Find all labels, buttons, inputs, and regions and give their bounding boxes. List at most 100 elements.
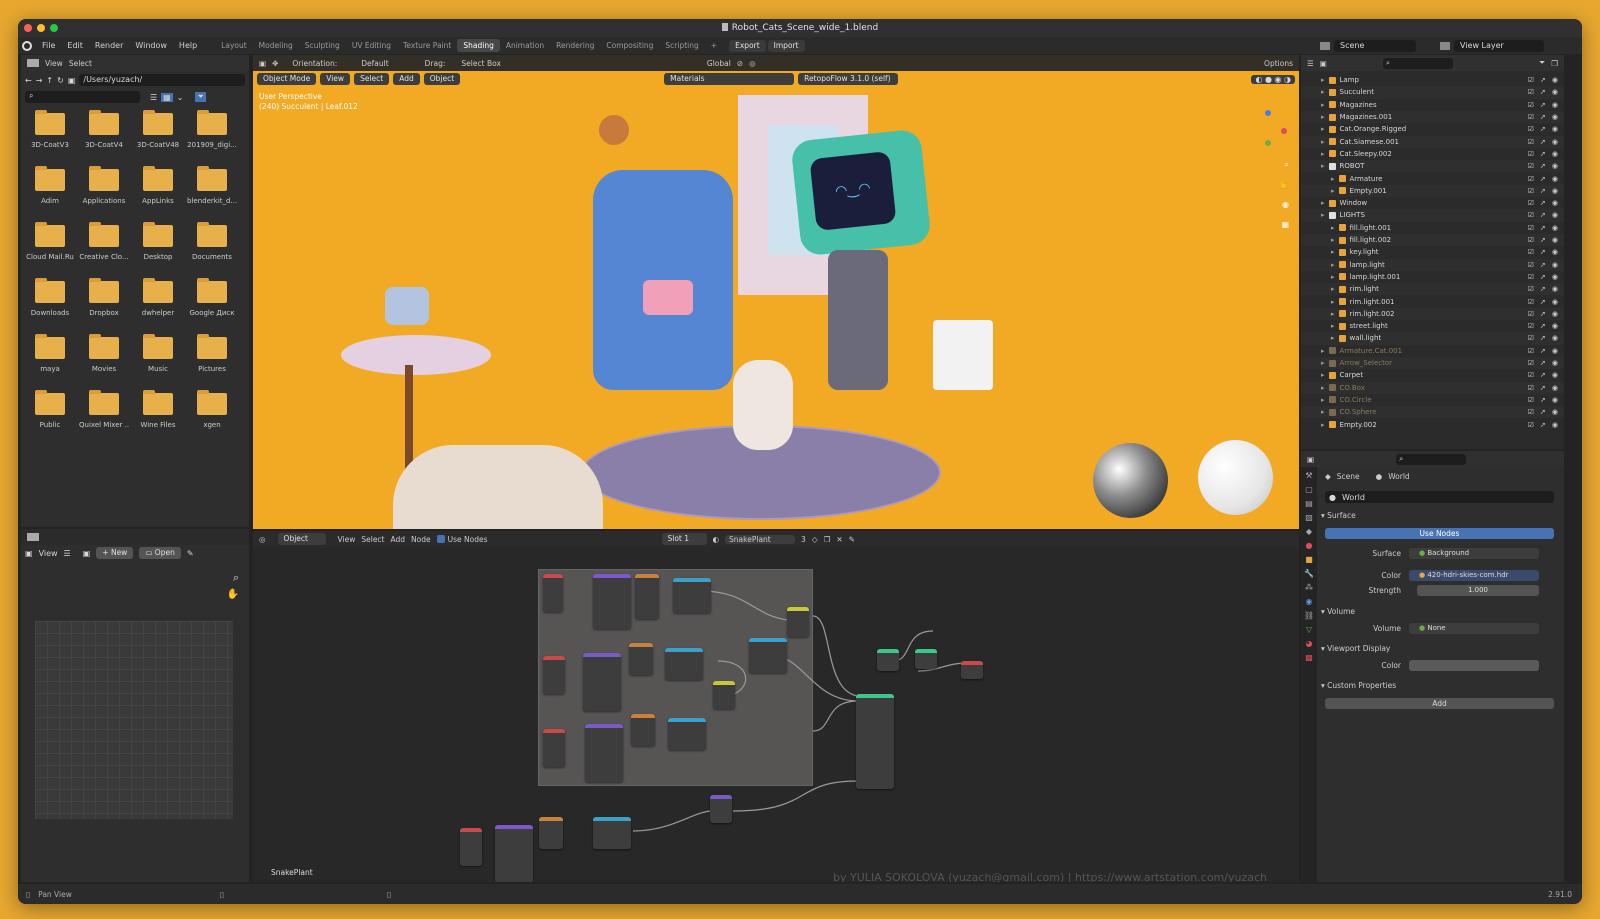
shader-node[interactable] (668, 718, 706, 750)
outliner-row[interactable]: ▸ lamp.light ☑ ➚ ◉ (1301, 258, 1564, 271)
path-field[interactable]: /Users/yuzach/ (79, 74, 245, 86)
visibility-eye-icon[interactable]: ◉ (1552, 384, 1558, 392)
volume-panel-header[interactable]: ▾ Volume (1317, 607, 1564, 616)
shader-node[interactable] (961, 661, 983, 679)
hamburger-icon[interactable]: ☰ (64, 549, 71, 558)
expand-arrow-icon[interactable]: ▸ (1331, 175, 1335, 183)
add-workspace-button[interactable]: + (705, 39, 723, 52)
menu-file[interactable]: File (36, 41, 61, 50)
expand-arrow-icon[interactable]: ▸ (1321, 101, 1325, 109)
tab-sculpting[interactable]: Sculpting (299, 39, 346, 52)
shader-node[interactable] (585, 724, 623, 782)
object-mode-dropdown[interactable]: Object Mode (257, 73, 317, 85)
selectable-icon[interactable]: ➚ (1540, 101, 1546, 109)
outliner-row[interactable]: ▸ Magazines ☑ ➚ ◉ (1301, 99, 1564, 111)
image-view-icon[interactable]: ▣ (25, 549, 33, 558)
outliner-row[interactable]: ▸ CO.Circle ☑ ➚ ◉ (1301, 394, 1564, 406)
exclude-checkbox-icon[interactable]: ☑ (1528, 236, 1534, 244)
visibility-eye-icon[interactable]: ◉ (1552, 396, 1558, 404)
view-layer-field[interactable]: View Layer (1454, 39, 1544, 52)
outliner-row[interactable]: ▸ rim.light.001 ☑ ➚ ◉ (1301, 295, 1564, 307)
selectable-icon[interactable]: ➚ (1540, 347, 1546, 355)
expand-arrow-icon[interactable]: ▸ (1321, 76, 1325, 84)
tab-modeling[interactable]: Modeling (253, 39, 299, 52)
folder-item[interactable]: maya (25, 334, 75, 373)
expand-arrow-icon[interactable]: ▸ (1331, 187, 1335, 195)
outliner-row[interactable]: ▸ lamp.light.001 ☑ ➚ ◉ (1301, 271, 1564, 283)
exclude-checkbox-icon[interactable]: ☑ (1528, 384, 1534, 392)
outliner-row[interactable]: ▸ CO.Sphere ☑ ➚ ◉ (1301, 406, 1564, 419)
add-property-button[interactable]: Add (1325, 698, 1554, 709)
folder-item[interactable]: Wine Files (133, 390, 183, 429)
visibility-eye-icon[interactable]: ◉ (1552, 248, 1558, 256)
shader-node[interactable] (543, 574, 563, 612)
constraints-tab-icon[interactable]: ⛓ (1304, 611, 1314, 620)
selectable-icon[interactable]: ➚ (1540, 175, 1546, 183)
tab-shading[interactable]: Shading (457, 39, 500, 52)
expand-arrow-icon[interactable]: ▸ (1331, 261, 1335, 269)
folder-item[interactable]: dwhelper (133, 278, 183, 317)
options-dropdown[interactable]: Options (1264, 59, 1293, 68)
visibility-eye-icon[interactable]: ◉ (1552, 101, 1558, 109)
tab-uv-editing[interactable]: UV Editing (346, 39, 397, 52)
exclude-checkbox-icon[interactable]: ☑ (1528, 408, 1534, 416)
exclude-checkbox-icon[interactable]: ☑ (1528, 88, 1534, 96)
folder-item[interactable]: 3D-CoatV3 (25, 110, 75, 149)
shader-node[interactable] (460, 828, 482, 866)
import-button[interactable]: Import (767, 39, 805, 52)
node-editor[interactable]: ◎ Object View Select Add Node Use Nodes … (253, 531, 1299, 882)
output-tab-icon[interactable]: ▤ (1305, 499, 1313, 508)
expand-arrow-icon[interactable]: ▸ (1331, 236, 1335, 244)
world-datablock-field[interactable]: ● World (1325, 491, 1554, 503)
selectable-icon[interactable]: ➚ (1540, 88, 1546, 96)
exclude-checkbox-icon[interactable]: ☑ (1528, 371, 1534, 379)
folder-item[interactable]: Google Диск (187, 278, 237, 317)
outliner-row[interactable]: ▸ Lamp ☑ ➚ ◉ (1301, 74, 1564, 86)
exclude-checkbox-icon[interactable]: ☑ (1528, 359, 1534, 367)
parent-dir-icon[interactable]: ↑ (46, 76, 53, 85)
visibility-eye-icon[interactable]: ◉ (1552, 76, 1558, 84)
shader-node[interactable] (629, 643, 653, 675)
shader-node[interactable] (787, 607, 809, 637)
new-folder-icon[interactable]: ▣ (68, 76, 76, 85)
image-browse-icon[interactable]: ▣ (83, 549, 91, 558)
new-collection-icon[interactable]: ❐ (1551, 59, 1558, 68)
outliner-row[interactable]: ▸ key.light ☑ ➚ ◉ (1301, 246, 1564, 258)
visibility-eye-icon[interactable]: ◉ (1552, 224, 1558, 232)
selectable-icon[interactable]: ➚ (1540, 187, 1546, 195)
visibility-eye-icon[interactable]: ◉ (1552, 298, 1558, 306)
menu-select[interactable]: Select (69, 59, 92, 68)
folder-item[interactable]: Adim (25, 166, 75, 205)
tab-animation[interactable]: Animation (500, 39, 550, 52)
back-icon[interactable]: ← (25, 76, 32, 85)
outliner-row[interactable]: ▸ Empty.001 ☑ ➚ ◉ (1301, 184, 1564, 197)
outliner-row[interactable]: ▸ Cat.Orange.Rigged ☑ ➚ ◉ (1301, 123, 1564, 135)
retopoflow-dropdown[interactable]: RetopoFlow 3.1.0 (self) (798, 73, 899, 85)
expand-arrow-icon[interactable]: ▸ (1331, 298, 1335, 306)
folder-item[interactable]: Music (133, 334, 183, 373)
exclude-checkbox-icon[interactable]: ☑ (1528, 322, 1534, 330)
zoom-window-button[interactable] (50, 24, 58, 32)
tool-tab-icon[interactable]: ⚒ (1305, 471, 1312, 480)
shader-node[interactable] (877, 649, 899, 671)
folder-item[interactable]: 201909_digi... (187, 110, 237, 149)
shader-node[interactable] (710, 795, 732, 823)
viewport-color-swatch[interactable] (1409, 660, 1539, 671)
expand-arrow-icon[interactable]: ▸ (1321, 347, 1325, 355)
shader-node[interactable] (495, 825, 533, 882)
exclude-checkbox-icon[interactable]: ☑ (1528, 347, 1534, 355)
pin-icon[interactable]: ✎ (187, 549, 194, 558)
camera-icon[interactable]: ◉ (1282, 200, 1289, 209)
selectable-icon[interactable]: ➚ (1540, 76, 1546, 84)
zoom-icon[interactable]: ⌕ (233, 571, 239, 585)
particles-tab-icon[interactable]: ⁂ (1305, 583, 1313, 592)
outliner-row[interactable]: ▸ CO.Box ☑ ➚ ◉ (1301, 381, 1564, 394)
shading-mode-icons[interactable]: ◐ ● ◉ ◑ (1251, 74, 1295, 84)
image-view-menu[interactable]: View (39, 549, 58, 558)
expand-arrow-icon[interactable]: ▸ (1321, 125, 1325, 133)
new-image-button[interactable]: + New (96, 547, 134, 559)
exclude-checkbox-icon[interactable]: ☑ (1528, 298, 1534, 306)
viewport-menu-object[interactable]: Object (423, 73, 461, 85)
hand-icon[interactable]: ✋ (1279, 180, 1289, 189)
visibility-eye-icon[interactable]: ◉ (1552, 187, 1558, 195)
